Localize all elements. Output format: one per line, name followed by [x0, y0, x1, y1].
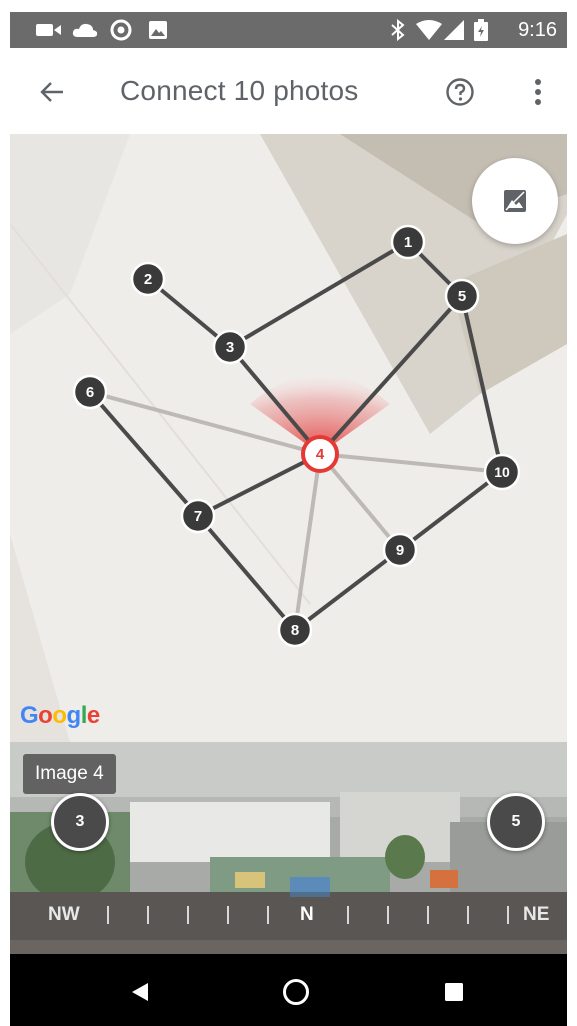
image-label: Image 4	[23, 754, 116, 794]
compass-tick	[227, 906, 229, 924]
svg-text:5: 5	[458, 288, 466, 305]
arrow-back-icon	[40, 82, 63, 102]
compass-tick	[187, 906, 189, 924]
photo-node-10[interactable]: 10	[483, 453, 521, 491]
svg-text:8: 8	[291, 622, 299, 639]
next-photo-node[interactable]: 5	[487, 793, 545, 851]
system-home-button[interactable]	[276, 972, 316, 1012]
image-icon	[148, 20, 168, 40]
more-vert-icon	[535, 79, 541, 105]
photo-node-4-selected[interactable]: 4	[301, 435, 339, 473]
compass-tick	[467, 906, 469, 924]
system-nav-bar	[10, 954, 567, 1026]
recents-square-icon	[445, 983, 463, 1001]
back-triangle-icon	[132, 983, 148, 1001]
compass-tick	[507, 906, 509, 924]
battery-icon	[474, 19, 488, 41]
photo-node-2[interactable]: 2	[130, 261, 166, 297]
compass-ne: NE	[523, 904, 550, 925]
cell-signal-icon	[444, 20, 464, 40]
svg-text:7: 7	[194, 508, 202, 525]
photo-node-9[interactable]: 9	[382, 532, 418, 568]
photo-node-6[interactable]: 6	[72, 374, 108, 410]
system-back-button[interactable]	[120, 972, 160, 1012]
svg-text:1: 1	[404, 234, 412, 251]
app-bar: Connect 10 photos	[10, 48, 567, 134]
wifi-icon	[416, 20, 442, 40]
photo-node-1[interactable]: 1	[390, 224, 426, 260]
compass-nw: NW	[48, 904, 80, 925]
help-button[interactable]	[440, 72, 480, 112]
map-view[interactable]: 1 2 3 5 6 7 8 9 10 4 Google	[10, 134, 567, 742]
photo-node-3[interactable]: 3	[212, 329, 248, 365]
compass-tick	[427, 906, 429, 924]
status-bar: 9:16	[10, 12, 567, 48]
panorama-preview[interactable]: Image 4 3 5 NW N NE	[10, 742, 567, 954]
bluetooth-icon	[390, 19, 406, 41]
home-circle-icon	[283, 979, 309, 1005]
previous-photo-node[interactable]: 3	[51, 793, 109, 851]
svg-text:10: 10	[494, 464, 510, 480]
compass-n: N	[300, 904, 314, 925]
compass-tick	[387, 906, 389, 924]
svg-text:4: 4	[316, 446, 325, 463]
phone-screen: 9:16 Connect 10 photos 1 2 3 5 6 7 8 9 1…	[10, 0, 567, 1026]
image-icon	[504, 190, 526, 212]
more-options-button[interactable]	[518, 72, 558, 112]
compass-tick	[107, 906, 109, 924]
compass-strip: NW N NE	[10, 892, 567, 940]
page-title: Connect 10 photos	[120, 75, 359, 106]
help-circle-icon	[446, 78, 474, 106]
photo-node-8[interactable]: 8	[277, 612, 313, 648]
location-target-icon	[110, 19, 132, 41]
photo-node-7[interactable]: 7	[180, 498, 216, 534]
svg-text:3: 3	[226, 339, 234, 356]
back-button[interactable]	[32, 72, 72, 112]
compass-tick	[347, 906, 349, 924]
photo-node-5[interactable]: 5	[444, 278, 480, 314]
google-logo: Google	[20, 702, 100, 729]
video-camera-icon	[36, 20, 62, 40]
system-recents-button[interactable]	[434, 972, 474, 1012]
svg-text:2: 2	[144, 271, 152, 288]
cloud-icon	[72, 20, 98, 40]
compass-tick	[147, 906, 149, 924]
svg-text:6: 6	[86, 384, 94, 401]
photo-view-button[interactable]	[472, 158, 558, 244]
compass-tick	[267, 906, 269, 924]
status-time: 9:16	[518, 19, 557, 41]
svg-text:9: 9	[396, 542, 404, 559]
